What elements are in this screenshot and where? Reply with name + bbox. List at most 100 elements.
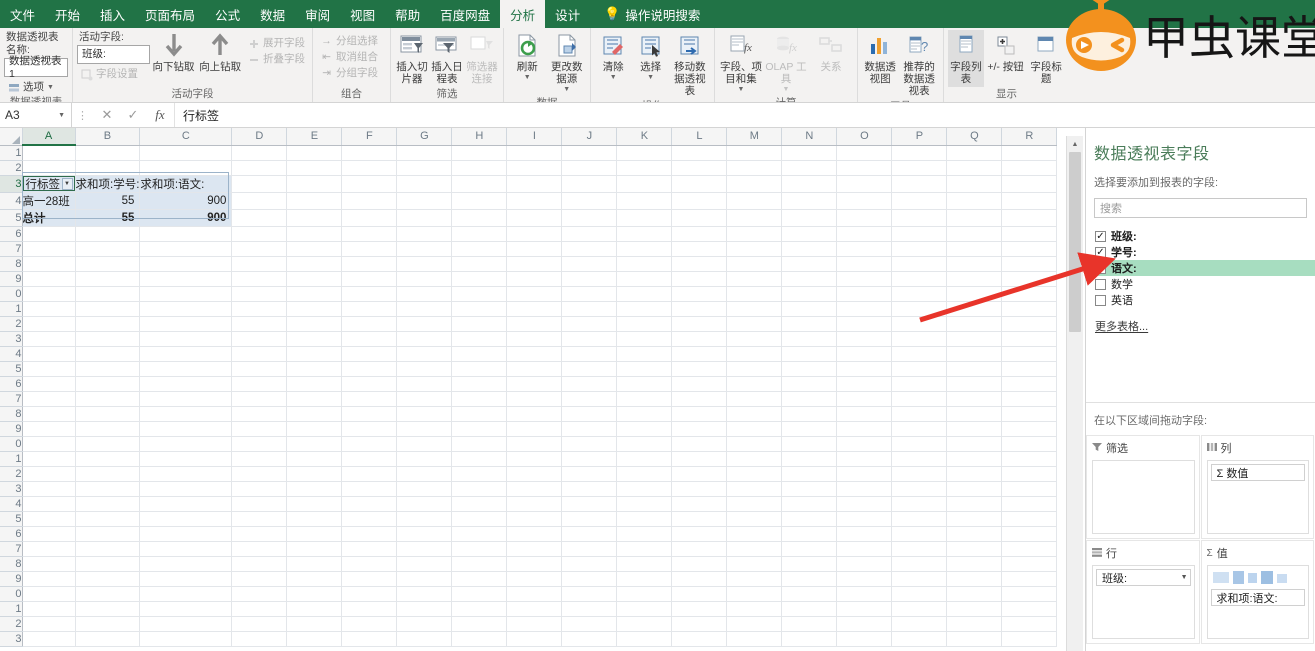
grid-cell[interactable] — [22, 406, 76, 422]
grid-cell[interactable] — [75, 346, 141, 362]
grid-cell[interactable] — [139, 466, 233, 482]
chevron-down-icon[interactable]: ▼ — [563, 86, 570, 94]
chevron-down-icon[interactable]: ▼ — [738, 86, 745, 94]
grid-cell[interactable] — [671, 241, 728, 257]
grid-cell[interactable] — [451, 391, 508, 407]
grid-cell[interactable] — [891, 586, 948, 602]
grid-cell[interactable] — [506, 346, 563, 362]
grid-cell[interactable] — [726, 571, 783, 587]
grid-cell[interactable] — [22, 586, 76, 602]
grid-cell[interactable] — [451, 376, 508, 392]
grid-cell[interactable] — [726, 361, 783, 377]
grid-cell[interactable] — [561, 316, 618, 332]
grid-cell[interactable] — [286, 361, 343, 377]
grid-cell[interactable] — [22, 511, 76, 527]
grid-cell[interactable] — [1001, 361, 1058, 377]
grid-cell[interactable] — [781, 466, 838, 482]
grid-cell[interactable] — [396, 556, 453, 572]
grid-cell[interactable] — [561, 571, 618, 587]
column-header-i[interactable]: I — [506, 128, 563, 146]
grid-cell[interactable] — [616, 481, 673, 497]
grid-cell[interactable] — [341, 376, 398, 392]
column-header-m[interactable]: M — [726, 128, 783, 146]
grid-cell[interactable] — [231, 496, 288, 512]
grid-cell[interactable] — [22, 556, 76, 572]
grid-cell[interactable] — [616, 361, 673, 377]
grid-cell[interactable]: 求和项:语文: — [139, 175, 233, 193]
grid-cell[interactable] — [286, 301, 343, 317]
grid-cell[interactable] — [781, 286, 838, 302]
pivot-options-button[interactable]: 选项 ▼ — [4, 80, 68, 95]
grid-cell[interactable] — [561, 226, 618, 242]
olap-tools-button[interactable]: fx OLAP 工具 ▼ — [764, 30, 808, 96]
grid-cell[interactable]: 55 — [75, 209, 141, 227]
grid-cell[interactable] — [1001, 175, 1058, 193]
grid-cell[interactable] — [836, 361, 893, 377]
grid-cell[interactable] — [286, 526, 343, 542]
grid-cell[interactable] — [726, 241, 783, 257]
grid-cell[interactable] — [561, 511, 618, 527]
grid-cell[interactable] — [1001, 145, 1058, 161]
grid-cell[interactable] — [781, 175, 838, 193]
grid-cell[interactable] — [891, 376, 948, 392]
row-header[interactable]: 3 — [0, 175, 23, 193]
grid-cell[interactable] — [781, 406, 838, 422]
menu-item-view[interactable]: 视图 — [340, 0, 385, 28]
grid-cell[interactable] — [946, 301, 1003, 317]
grid-cell[interactable] — [286, 451, 343, 467]
column-header-n[interactable]: N — [781, 128, 838, 146]
grid-cell[interactable] — [231, 511, 288, 527]
grid-cell[interactable] — [22, 631, 76, 647]
grid-cell[interactable] — [726, 331, 783, 347]
row-header[interactable]: 8 — [0, 556, 23, 572]
grid-cell[interactable] — [1001, 526, 1058, 542]
grid-cell[interactable] — [836, 466, 893, 482]
field-list-button[interactable]: 字段列表 — [948, 30, 984, 87]
menu-item-page-layout[interactable]: 页面布局 — [135, 0, 205, 28]
grid-cell[interactable] — [671, 256, 728, 272]
grid-cell[interactable] — [671, 286, 728, 302]
grid-cell[interactable] — [286, 145, 343, 161]
grid-cell[interactable] — [726, 586, 783, 602]
grid-cell[interactable] — [1001, 466, 1058, 482]
grid-cell[interactable] — [231, 541, 288, 557]
grid-cell[interactable] — [781, 586, 838, 602]
grid-cell[interactable] — [781, 616, 838, 632]
grid-cell[interactable] — [726, 601, 783, 617]
grid-cell[interactable] — [231, 316, 288, 332]
menu-item-formulas[interactable]: 公式 — [205, 0, 250, 28]
grid-cell[interactable] — [616, 256, 673, 272]
grid-cell[interactable] — [891, 241, 948, 257]
grid-cell[interactable] — [726, 421, 783, 437]
grid-cell[interactable] — [781, 631, 838, 647]
grid-cell[interactable] — [451, 256, 508, 272]
grid-cell[interactable] — [671, 271, 728, 287]
grid-cell[interactable] — [451, 406, 508, 422]
grid-cell[interactable] — [451, 526, 508, 542]
grid-cell[interactable] — [1001, 256, 1058, 272]
grid-cell[interactable] — [341, 391, 398, 407]
grid-cell[interactable] — [231, 526, 288, 542]
grid-cell[interactable] — [891, 286, 948, 302]
grid-cell[interactable]: 高一28班 — [22, 192, 76, 210]
grid-cell[interactable] — [22, 271, 76, 287]
drop-area[interactable]: 筛选 — [1086, 435, 1200, 539]
grid-cell[interactable] — [946, 421, 1003, 437]
grid-cell[interactable] — [561, 209, 618, 227]
grid-cell[interactable] — [139, 286, 233, 302]
grid-cell[interactable] — [726, 301, 783, 317]
grid-cell[interactable] — [561, 331, 618, 347]
row-header[interactable]: 9 — [0, 571, 23, 587]
grid-cell[interactable] — [22, 571, 76, 587]
grid-cell[interactable] — [726, 346, 783, 362]
grid-cell[interactable] — [836, 145, 893, 161]
chevron-down-icon[interactable]: ▼ — [58, 112, 65, 119]
field-chip[interactable]: 班级: ▼ — [1096, 569, 1191, 586]
grid-cell[interactable] — [451, 175, 508, 193]
grid-cell[interactable] — [231, 271, 288, 287]
grid-cell[interactable] — [451, 286, 508, 302]
row-header[interactable]: 1 — [0, 451, 23, 467]
column-header-b[interactable]: B — [75, 128, 141, 146]
grid-cell[interactable] — [561, 286, 618, 302]
grid-cell[interactable] — [341, 541, 398, 557]
